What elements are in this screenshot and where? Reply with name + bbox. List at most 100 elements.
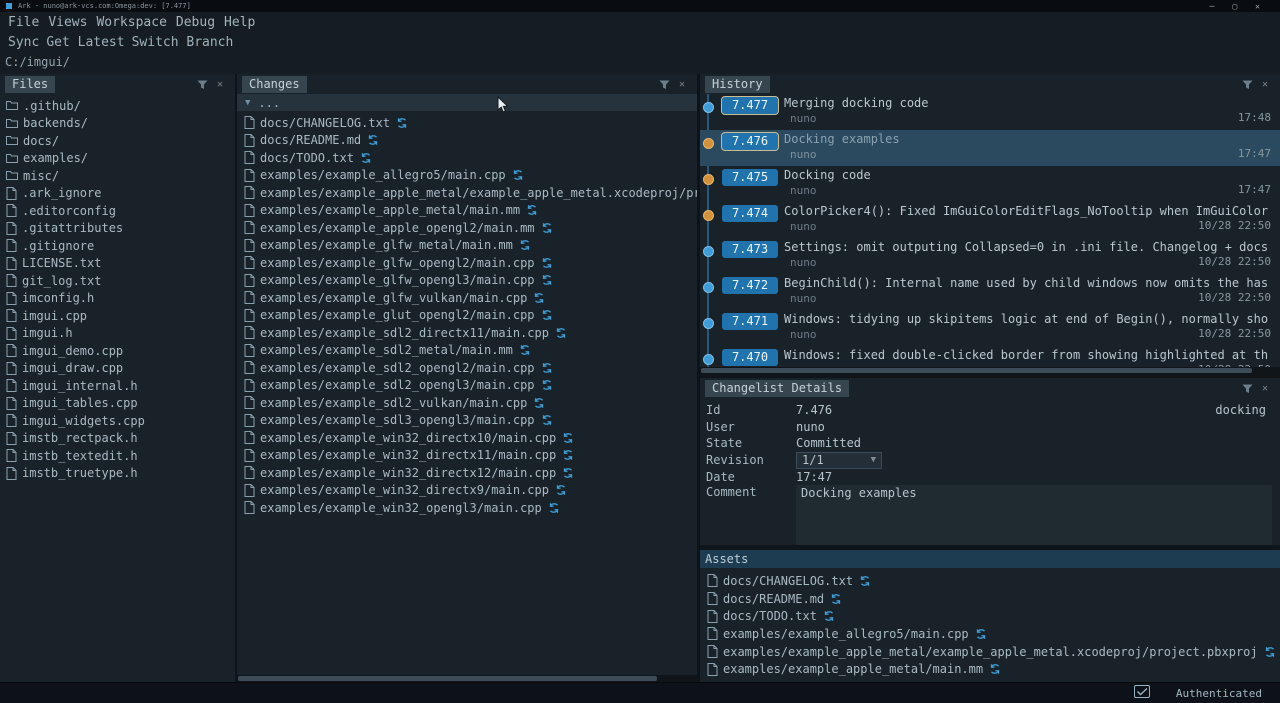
maximize-button[interactable]: ▢ (1232, 2, 1237, 11)
menu-item[interactable]: Debug (176, 15, 215, 30)
field-label: User (706, 420, 796, 434)
changed-file-row[interactable]: examples/example_apple_metal/main.mm (237, 202, 697, 220)
file-icon (244, 186, 255, 199)
file-tree-item[interactable]: imgui_draw.cpp (0, 360, 235, 378)
file-tree-item[interactable]: misc/ (0, 167, 235, 185)
changeset-row[interactable]: 7.471 Windows: tidying up skipitems logi… (700, 310, 1280, 346)
changeset-message: Docking examples (784, 132, 1278, 146)
file-tree-item[interactable]: imstb_textedit.h (0, 447, 235, 465)
file-tree-item[interactable]: LICENSE.txt (0, 255, 235, 273)
file-tree-item[interactable]: .gitattributes (0, 220, 235, 238)
changed-file-row[interactable]: examples/example_win32_directx11/main.cp… (237, 447, 697, 465)
changed-file-row[interactable]: examples/example_sdl3_opengl3/main.cpp (237, 412, 697, 430)
file-tree-item[interactable]: imgui_demo.cpp (0, 342, 235, 360)
changed-file-row[interactable]: examples/example_glfw_metal/main.mm (237, 237, 697, 255)
modified-status-icon (562, 467, 574, 479)
changed-file-row[interactable]: examples/example_allegro5/main.cpp (237, 167, 697, 185)
changeset-row[interactable]: 7.474 ColorPicker4(): Fixed ImGuiColorEd… (700, 202, 1280, 238)
file-tree-item[interactable]: .gitignore (0, 237, 235, 255)
changed-file-row[interactable]: examples/example_glfw_opengl3/main.cpp (237, 272, 697, 290)
changed-files-list: docs/CHANGELOG.txt docs/README.md (237, 111, 697, 517)
changed-file-row[interactable]: examples/example_win32_directx10/main.cp… (237, 429, 697, 447)
horizontal-scrollbar[interactable] (237, 675, 697, 682)
menu-item[interactable]: File (8, 15, 39, 30)
changed-file-row[interactable]: docs/TODO.txt (237, 149, 697, 167)
changeset-list: 7.477 Merging docking code nuno 17:48 7.… (700, 94, 1280, 368)
file-tree-item[interactable]: .github/ (0, 97, 235, 115)
file-tree-item[interactable]: git_log.txt (0, 272, 235, 290)
asset-row[interactable]: docs/CHANGELOG.txt (700, 572, 1280, 590)
changed-file-row[interactable]: examples/example_win32_opengl3/main.cpp (237, 499, 697, 517)
changeset-row[interactable]: 7.470 Windows: fixed double-clicked bord… (700, 346, 1280, 368)
changeset-row[interactable]: 7.477 Merging docking code nuno 17:48 (700, 94, 1280, 130)
file-tree-item[interactable]: imgui_widgets.cpp (0, 412, 235, 430)
changeset-row[interactable]: 7.476 Docking examples nuno 17:47 (700, 130, 1280, 166)
close-icon[interactable]: ✕ (217, 80, 223, 90)
close-icon[interactable]: ✕ (1262, 80, 1268, 90)
revision-dropdown[interactable]: 1/1 ▼ (796, 452, 882, 469)
changed-file-row[interactable]: examples/example_sdl2_opengl2/main.cpp (237, 359, 697, 377)
file-tree-item[interactable]: imgui_tables.cpp (0, 395, 235, 413)
changed-file-row[interactable]: docs/CHANGELOG.txt (237, 114, 697, 132)
menu-item[interactable]: Workspace (96, 15, 166, 30)
asset-row[interactable]: examples/example_apple_metal/main.mm (700, 660, 1280, 678)
filter-icon[interactable] (197, 80, 208, 90)
file-tree-item[interactable]: imgui_internal.h (0, 377, 235, 395)
file-tree-item[interactable]: .ark_ignore (0, 185, 235, 203)
file-tree-item[interactable]: imconfig.h (0, 290, 235, 308)
filter-icon[interactable] (1242, 384, 1253, 394)
changed-file-row[interactable]: docs/README.md (237, 132, 697, 150)
changeset-row[interactable]: 7.472 BeginChild(): Internal name used b… (700, 274, 1280, 310)
branch-label: docking (1215, 403, 1280, 417)
file-tree-item[interactable]: backends/ (0, 115, 235, 133)
file-tree-item[interactable]: imstb_truetype.h (0, 465, 235, 483)
toolbar-button[interactable]: Sync (8, 35, 39, 50)
asset-row[interactable]: examples/example_apple_metal/example_app… (700, 643, 1280, 661)
minimize-button[interactable]: ─ (1210, 2, 1215, 11)
changed-file-row[interactable]: examples/example_sdl2_metal/main.mm (237, 342, 697, 360)
file-icon (707, 592, 718, 605)
file-tree-item[interactable]: docs/ (0, 132, 235, 150)
close-button[interactable]: ✕ (1255, 2, 1260, 11)
file-tree-item[interactable]: imstb_rectpack.h (0, 430, 235, 448)
scrollbar-thumb[interactable] (238, 676, 657, 681)
menu-item[interactable]: Views (48, 15, 87, 30)
scrollbar-thumb[interactable] (701, 368, 1252, 373)
file-tree-item[interactable]: imgui.h (0, 325, 235, 343)
file-tree-item[interactable]: imgui.cpp (0, 307, 235, 325)
changeset-row[interactable]: 7.475 Docking code nuno 17:47 (700, 166, 1280, 202)
file-name: .github/ (23, 99, 81, 113)
asset-row[interactable]: docs/TODO.txt (700, 607, 1280, 625)
toolbar-button[interactable]: Switch Branch (132, 35, 234, 50)
changed-file-row[interactable]: examples/example_win32_directx9/main.cpp (237, 482, 697, 500)
changeset-row[interactable]: 7.473 Settings: omit outputing Collapsed… (700, 238, 1280, 274)
file-icon (707, 663, 718, 676)
title-bar: Ark - nuno@ark-vcs.com:Omega:dev: [7.477… (0, 0, 1280, 12)
changed-file-path: docs/CHANGELOG.txt (260, 116, 390, 130)
filter-icon[interactable] (659, 80, 670, 90)
changed-file-row[interactable]: examples/example_apple_opengl2/main.mm (237, 219, 697, 237)
changed-file-path: examples/example_sdl2_opengl3/main.cpp (260, 378, 535, 392)
changed-file-row[interactable]: examples/example_win32_directx12/main.cp… (237, 464, 697, 482)
filter-icon[interactable] (1242, 80, 1253, 90)
close-icon[interactable]: ✕ (1262, 384, 1268, 394)
changed-file-row[interactable]: examples/example_sdl2_directx11/main.cpp (237, 324, 697, 342)
changed-file-row[interactable]: examples/example_sdl2_vulkan/main.cpp (237, 394, 697, 412)
changeset-time: 10/28 22:50 (1198, 255, 1271, 268)
toolbar-button[interactable]: Get Latest (46, 35, 124, 50)
changed-file-row[interactable]: examples/example_sdl2_opengl3/main.cpp (237, 377, 697, 395)
file-tree-item[interactable]: examples/ (0, 150, 235, 168)
horizontal-scrollbar[interactable] (700, 367, 1280, 374)
asset-row[interactable]: docs/README.md (700, 590, 1280, 608)
file-icon (244, 116, 255, 129)
changed-file-row[interactable]: examples/example_apple_metal/example_app… (237, 184, 697, 202)
changed-file-row[interactable]: examples/example_glut_opengl2/main.cpp (237, 307, 697, 325)
close-icon[interactable]: ✕ (679, 80, 685, 90)
changeset-message: Windows: fixed double-clicked border fro… (784, 348, 1278, 362)
asset-row[interactable]: examples/example_allegro5/main.cpp (700, 625, 1280, 643)
changed-file-row[interactable]: examples/example_glfw_opengl2/main.cpp (237, 254, 697, 272)
changed-file-row[interactable]: examples/example_glfw_vulkan/main.cpp (237, 289, 697, 307)
file-tree-item[interactable]: .editorconfig (0, 202, 235, 220)
changes-root-row[interactable]: ▼ ... (237, 94, 697, 111)
menu-item[interactable]: Help (224, 15, 255, 30)
